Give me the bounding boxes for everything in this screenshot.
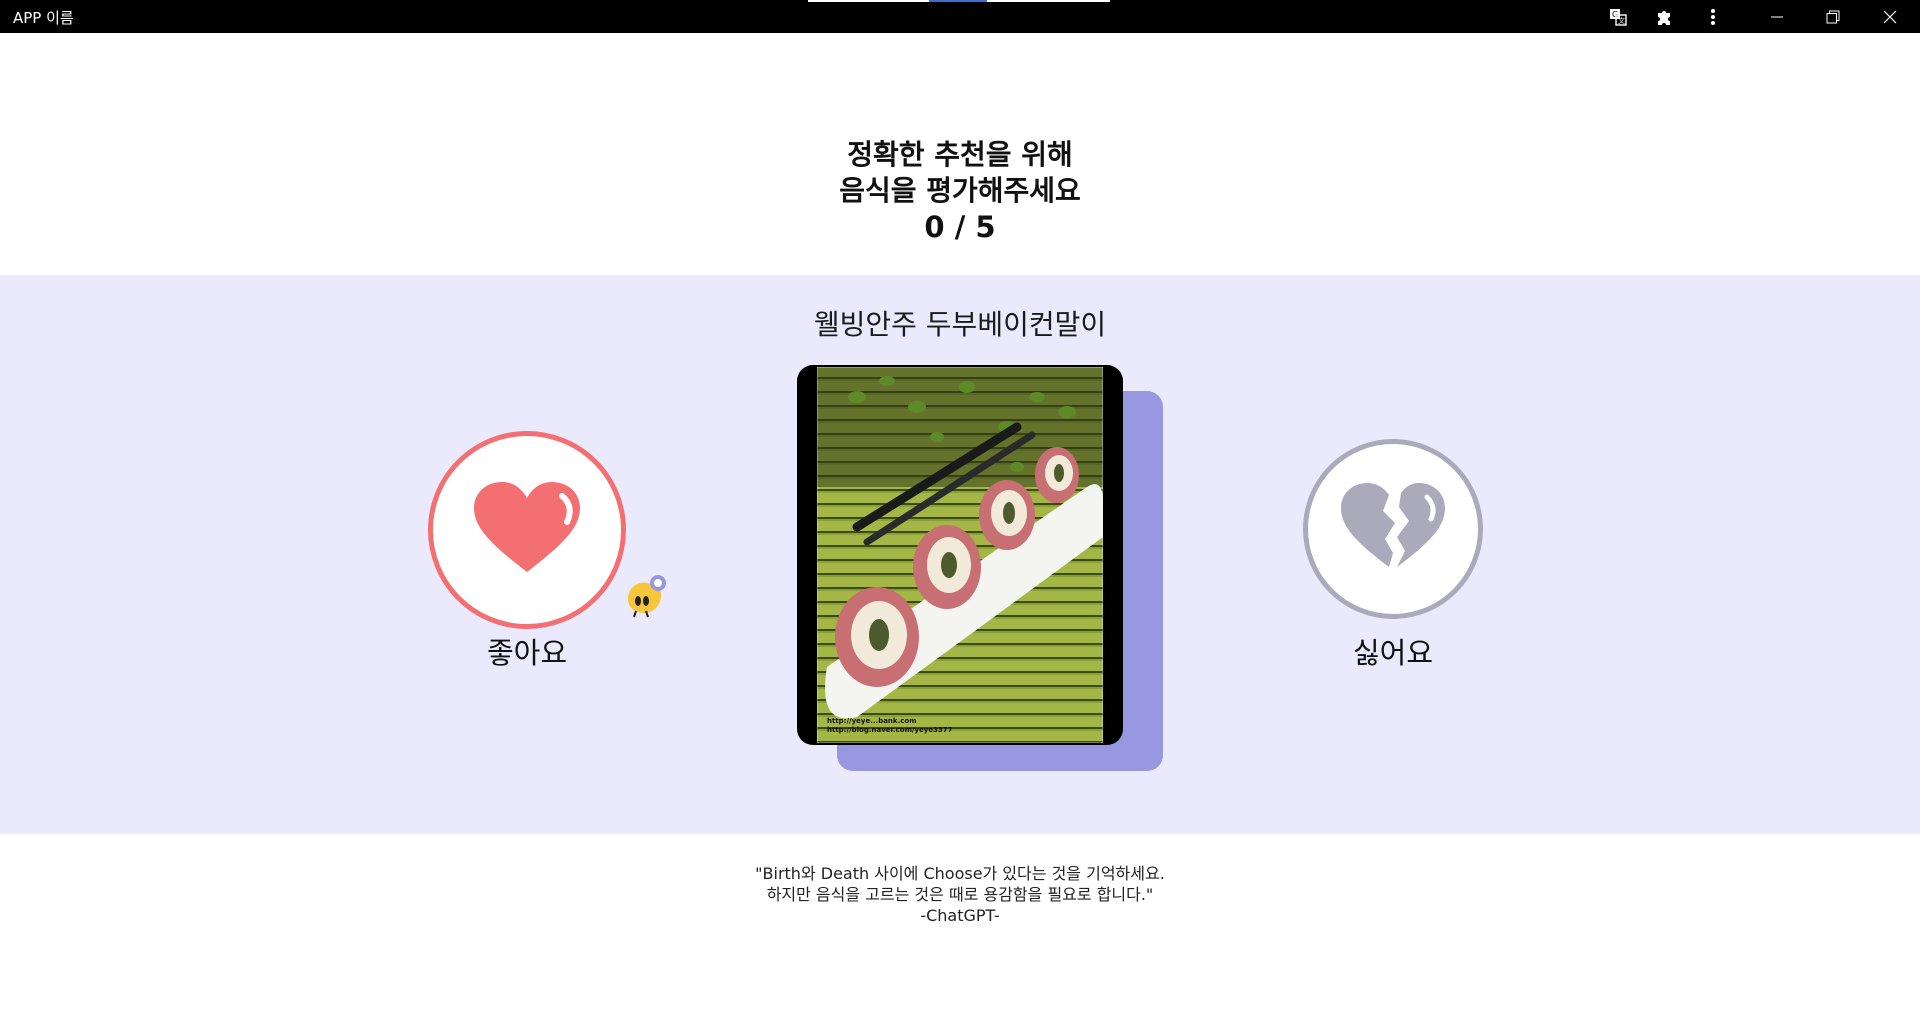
quote-line-2: 하지만 음식을 고르는 것은 때로 용감함을 필요로 합니다." xyxy=(766,885,1154,904)
food-card[interactable]: http://yeye...bank.com http://blog.naver… xyxy=(797,365,1123,745)
dislike-label: 싫어요 xyxy=(1352,636,1434,670)
extensions-puzzle-icon[interactable] xyxy=(1651,4,1677,30)
progress-counter: 0 / 5 xyxy=(924,210,996,244)
heart-icon xyxy=(474,482,580,572)
header: 정확한 추천을 위해 음식을 평가해주세요 0 / 5 xyxy=(0,33,1920,275)
app-name: APP 이름 xyxy=(13,9,74,27)
mascot-sticker-icon xyxy=(620,565,676,621)
heading-line-2: 음식을 평가해주세요 xyxy=(839,174,1081,207)
watermark-line-1: http://yeye...bank.com xyxy=(827,717,917,725)
svg-text:文: 文 xyxy=(1618,16,1625,25)
active-indicator xyxy=(929,0,987,2)
close-icon[interactable] xyxy=(1877,4,1903,30)
like-label: 좋아요 xyxy=(486,636,568,670)
quote: "Birth와 Death 사이에 Choose가 있다는 것을 기억하세요. … xyxy=(0,863,1920,926)
dislike-button[interactable] xyxy=(1303,439,1483,619)
translate-icon[interactable]: G文 xyxy=(1605,4,1631,30)
restore-icon[interactable] xyxy=(1820,4,1846,30)
minimize-icon[interactable] xyxy=(1764,4,1790,30)
food-photo: http://yeye...bank.com http://blog.naver… xyxy=(817,367,1103,743)
like-button[interactable] xyxy=(428,431,626,629)
photo-watermark: http://yeye...bank.com http://blog.naver… xyxy=(827,717,953,735)
more-vertical-icon[interactable] xyxy=(1700,4,1726,30)
drag-region[interactable] xyxy=(808,0,1110,2)
watermark-line-2: http://blog.naver.com/yeye3377 xyxy=(827,726,953,734)
food-name: 웰빙안주 두부베이컨말이 xyxy=(813,308,1107,341)
quote-author: -ChatGPT- xyxy=(920,906,1000,925)
quote-line-1: "Birth와 Death 사이에 Choose가 있다는 것을 기억하세요. xyxy=(755,864,1165,883)
heading-line-1: 정확한 추천을 위해 xyxy=(847,138,1073,171)
title-bar: APP 이름 G文 xyxy=(0,0,1920,33)
rating-panel: 웰빙안주 두부베이컨말이 좋아요 http://yeye...bank.com … xyxy=(0,275,1920,834)
broken-heart-icon xyxy=(1341,483,1445,567)
